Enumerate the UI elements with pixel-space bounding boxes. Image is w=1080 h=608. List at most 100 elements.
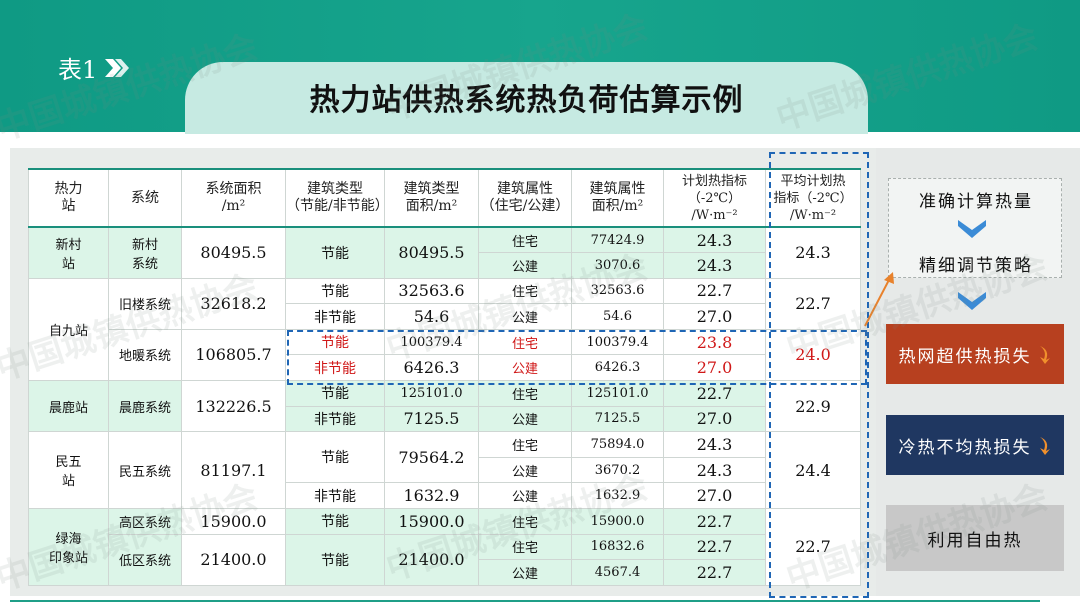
cell-barea: 15900.0	[384, 508, 479, 535]
cell-station: 自九站	[28, 277, 109, 382]
cell-prop: 公建	[478, 303, 572, 330]
cell-index: 22.7	[663, 277, 766, 305]
cell-index: 24.3	[663, 226, 766, 254]
cell-prop-area: 54.6	[571, 303, 664, 330]
cell-barea: 21400.0	[384, 533, 479, 586]
cell-prop: 住宅	[478, 226, 572, 254]
col-building-attr: 建筑属性 （住宅/公建）	[478, 168, 572, 228]
cell-area: 132226.5	[181, 380, 286, 433]
chevron-down-icon	[958, 220, 986, 238]
cell-btype: 节能	[285, 277, 385, 305]
cell-index: 27.0	[663, 405, 766, 433]
cell-prop-area: 3070.6	[571, 252, 664, 279]
cell-system: 旧楼系统	[108, 277, 182, 330]
chevron-down-icon	[958, 292, 986, 310]
double-chevron-icon	[105, 58, 130, 77]
cell-btype: 节能	[285, 533, 385, 586]
cell-barea: 32563.6	[384, 277, 479, 305]
side-box-uneven-text: 冷热不均热损失	[898, 437, 1032, 458]
cell-prop-area: 75894.0	[571, 431, 664, 458]
cell-prop: 公建	[478, 405, 572, 433]
cell-area: 21400.0	[181, 533, 286, 586]
cell-prop: 公建	[478, 482, 572, 510]
cell-btype: 节能	[285, 508, 385, 535]
cell-area: 106805.7	[181, 328, 286, 382]
cell-system: 地暖系统	[108, 328, 182, 382]
cell-barea: 79564.2	[384, 431, 479, 484]
cell-btype: 非节能	[285, 303, 385, 330]
page-title: 热力站供热系统热负荷估算示例	[309, 83, 744, 118]
cell-barea: 7125.5	[384, 405, 479, 433]
cell-index: 27.0	[663, 482, 766, 510]
cell-index: 22.7	[663, 508, 766, 535]
cell-system: 晨鹿系统	[108, 380, 182, 433]
col-building-attr-area: 建筑属性 面积/m²	[571, 168, 664, 228]
table-row: 低区系统 21400.0 节能 21400.0 住宅 16832.6 22.7	[29, 533, 861, 586]
col-station: 热力 站	[28, 168, 109, 228]
table-label: 表1	[58, 50, 131, 85]
col-building-type: 建筑类型 （节能/非节能）	[285, 168, 385, 228]
cell-btype: 节能	[285, 431, 385, 484]
cell-index: 24.3	[663, 252, 766, 279]
cell-prop: 公建	[478, 559, 572, 586]
col-system-area: 系统面积 /m²	[181, 168, 286, 228]
cell-prop: 住宅	[478, 508, 572, 535]
cell-station: 新村 站	[28, 226, 109, 279]
table-row: 新村 站 新村 系统 80495.5 节能 80495.5 住宅 77424.9…	[28, 226, 861, 279]
cell-prop-area: 32563.6	[571, 277, 664, 305]
side-box-uneven: 冷热不均热损失	[886, 415, 1064, 475]
cell-btype: 节能	[285, 226, 385, 279]
table-label-text: 表1	[58, 56, 98, 84]
cell-area: 32618.2	[181, 277, 286, 330]
arrow-pointer-icon	[864, 272, 894, 327]
cell-prop: 公建	[478, 252, 572, 279]
cell-prop-area: 7125.5	[571, 405, 664, 433]
cell-prop-area: 15900.0	[571, 508, 664, 535]
cell-barea: 80495.5	[384, 226, 479, 279]
cell-prop-area: 3670.2	[571, 456, 664, 484]
cell-prop: 住宅	[478, 431, 572, 458]
cell-prop: 住宅	[478, 533, 572, 561]
cell-barea: 1632.9	[384, 482, 479, 510]
cell-prop-area: 4567.4	[571, 559, 664, 586]
bottom-rule	[10, 600, 1040, 602]
side-step-accurate: 准确计算热量	[919, 191, 1033, 212]
cell-prop-area: 77424.9	[571, 226, 664, 254]
cell-area: 80495.5	[181, 226, 286, 279]
side-box-free-heat-text: 利用自由热	[927, 530, 1023, 551]
cell-index: 27.0	[663, 303, 766, 330]
cell-index: 24.3	[663, 456, 766, 484]
table-row: 民五 站 民五系统 81197.1 节能 79564.2 住宅 75894.0 …	[28, 431, 861, 510]
header-row: 热力 站 系统 系统面积 /m² 建筑类型 （节能/非节能） 建筑类型 面积/m…	[28, 168, 861, 228]
cell-station: 晨鹿站	[28, 380, 109, 433]
side-step-regulate: 精细调节策略	[919, 255, 1033, 276]
cell-prop-area: 1632.9	[571, 482, 664, 510]
cell-index: 22.7	[663, 559, 766, 586]
table-row: 绿海 印象站 高区系统 15900.0 节能 15900.0 住宅 15900.…	[28, 508, 861, 586]
cell-prop: 住宅	[478, 277, 572, 305]
down-arrow-icon	[1039, 346, 1050, 364]
cell-system: 高区系统	[108, 508, 182, 535]
side-box-oversupply-text: 热网超供热损失	[898, 346, 1032, 367]
cell-btype: 非节能	[285, 405, 385, 433]
cell-prop: 公建	[478, 456, 572, 484]
col-plan-index: 计划热指标 （-2℃） /W·m⁻²	[663, 168, 766, 228]
table-row: 自九站 旧楼系统 32618.2 节能 32563.6 住宅 32563.6 2…	[28, 277, 861, 382]
side-box-free-heat: 利用自由热	[886, 505, 1064, 571]
cell-station: 绿海 印象站	[28, 508, 109, 586]
side-box-oversupply: 热网超供热损失	[886, 324, 1064, 384]
cell-btype: 非节能	[285, 482, 385, 510]
highlight-dinuan-rows	[287, 330, 867, 385]
cell-area: 15900.0	[181, 508, 286, 535]
col-building-type-area: 建筑类型 面积/m²	[384, 168, 479, 228]
cell-system: 低区系统	[108, 533, 182, 586]
cell-barea: 54.6	[384, 303, 479, 330]
cell-index: 22.7	[663, 533, 766, 561]
cell-system: 民五系统	[108, 431, 182, 510]
cell-system: 新村 系统	[108, 226, 182, 279]
cell-area: 81197.1	[181, 431, 286, 510]
down-arrow-icon	[1039, 437, 1050, 455]
col-system: 系统	[108, 168, 182, 228]
cell-station: 民五 站	[28, 431, 109, 510]
cell-prop-area: 16832.6	[571, 533, 664, 561]
